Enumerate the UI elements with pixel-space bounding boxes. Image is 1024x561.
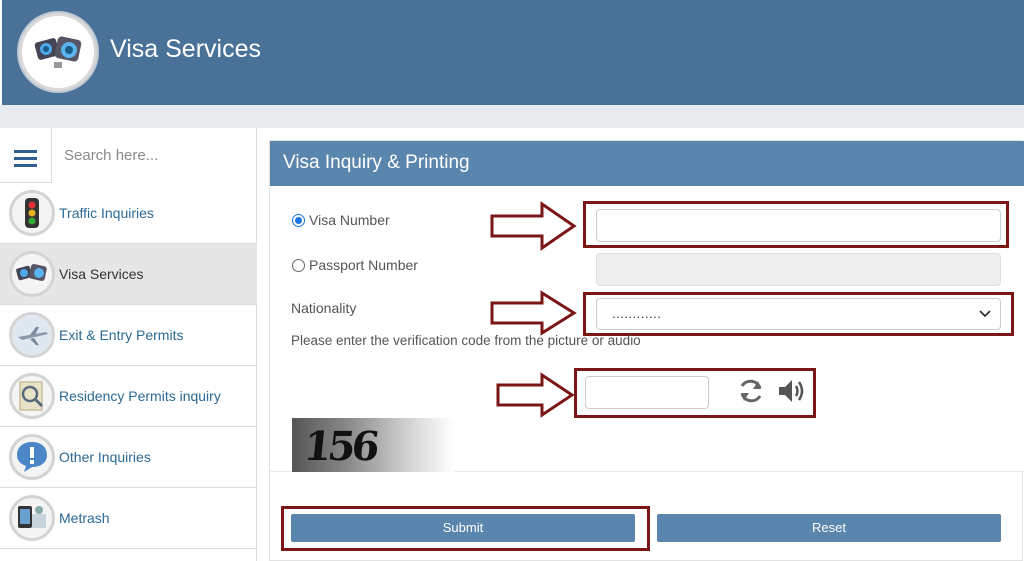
sidebar-item-label: Metrash — [59, 510, 110, 526]
arrow-nationality-icon — [490, 290, 577, 336]
sidebar-item-visa-services[interactable]: Visa Services — [0, 244, 257, 305]
captcha-text: 156 — [301, 423, 378, 470]
passport-number-label: Passport Number — [309, 257, 418, 273]
visa-services-logo — [19, 13, 97, 91]
sidebar: Traffic Inquiries Visa Services Exit & E… — [0, 128, 257, 561]
sidebar-item-other-inquiries[interactable]: Other Inquiries — [0, 427, 257, 488]
sidebar-item-metrash[interactable]: Metrash — [0, 488, 257, 549]
sidebar-item-traffic-inquiries[interactable]: Traffic Inquiries — [0, 183, 257, 244]
exclamation-icon — [9, 434, 55, 480]
verification-prompt: Please enter the verification code from … — [291, 333, 641, 348]
hamburger-menu-icon[interactable] — [0, 128, 52, 183]
metrash-icon — [9, 495, 55, 541]
sidebar-item-label: Exit & Entry Permits — [59, 327, 184, 343]
submit-button[interactable]: Submit — [291, 514, 635, 542]
sidebar-item-label: Visa Services — [59, 266, 144, 282]
app-header: Visa Services — [2, 0, 1024, 105]
nationality-select[interactable]: ............ — [596, 298, 1001, 330]
visa-number-radio[interactable] — [292, 214, 305, 227]
sidebar-item-label: Residency Permits inquiry — [59, 388, 221, 404]
residency-search-icon — [9, 373, 55, 419]
sidebar-item-label: Traffic Inquiries — [59, 205, 154, 221]
captcha-input[interactable] — [585, 376, 709, 409]
chevron-down-icon — [979, 310, 991, 318]
arrow-captcha-icon — [496, 372, 575, 418]
sidebar-item-residency-permits-inquiry[interactable]: Residency Permits inquiry — [0, 366, 257, 427]
sidebar-search-input[interactable] — [53, 128, 256, 183]
header-divider-band — [0, 105, 1024, 128]
visa-inquiry-panel: Visa Inquiry & Printing Visa Number Pass… — [269, 140, 1024, 561]
visa-services-icon — [9, 251, 55, 297]
passport-number-radio[interactable] — [292, 259, 305, 272]
sidebar-search-row — [0, 128, 257, 183]
arrow-visa-number-icon — [490, 201, 577, 251]
passport-number-input[interactable] — [596, 253, 1001, 286]
sidebar-item-label: Other Inquiries — [59, 449, 151, 465]
captcha-image: 156 — [292, 418, 454, 472]
panel-header: Visa Inquiry & Printing — [270, 141, 1024, 186]
header-title: Visa Services — [110, 35, 261, 63]
sidebar-item-exit-entry-permits[interactable]: Exit & Entry Permits — [0, 305, 257, 366]
audio-speaker-icon[interactable] — [776, 376, 806, 406]
airplane-icon — [9, 312, 55, 358]
refresh-icon[interactable] — [736, 376, 766, 406]
reset-button[interactable]: Reset — [657, 514, 1001, 542]
traffic-light-icon — [9, 190, 55, 236]
nationality-selected-value: ............ — [612, 306, 662, 321]
visa-inquiry-form: Visa Number Passport Number Nationality … — [270, 186, 1024, 472]
nationality-label: Nationality — [291, 300, 357, 316]
panel-title: Visa Inquiry & Printing — [283, 152, 470, 173]
sidebar-item-partial — [0, 549, 257, 561]
visa-number-label: Visa Number — [309, 212, 390, 228]
visa-number-input[interactable] — [596, 209, 1001, 242]
